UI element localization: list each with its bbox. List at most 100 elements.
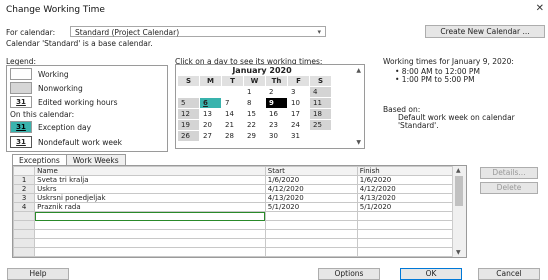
table-row[interactable]: 1 Sveta tri kralja 1/6/2020 1/6/2020 bbox=[12, 175, 454, 185]
delete-button[interactable]: Delete bbox=[480, 182, 538, 194]
day-cell[interactable]: 18 bbox=[309, 108, 332, 120]
exception-finish-cell[interactable]: 4/13/2020 bbox=[356, 193, 454, 203]
day-cell[interactable]: 13 bbox=[199, 108, 222, 120]
scroll-down-icon[interactable]: ▼ bbox=[356, 139, 361, 146]
day-cell[interactable]: 14 bbox=[221, 108, 244, 120]
exception-finish-cell[interactable]: 4/12/2020 bbox=[356, 184, 454, 194]
table-row-empty[interactable] bbox=[12, 247, 454, 257]
day-cell[interactable]: 12 bbox=[177, 108, 200, 120]
day-cell[interactable]: 3 bbox=[287, 86, 310, 98]
table-row[interactable]: 2 Uskrs 4/12/2020 4/12/2020 bbox=[12, 184, 454, 194]
cancel-button[interactable]: Cancel bbox=[478, 268, 540, 280]
day-cell[interactable]: 30 bbox=[265, 130, 288, 142]
ok-button[interactable]: OK bbox=[400, 268, 462, 280]
day-cell[interactable]: 26 bbox=[177, 130, 200, 142]
empty-cell[interactable] bbox=[264, 220, 358, 230]
column-header[interactable]: Start bbox=[264, 166, 358, 176]
day-cell[interactable]: 7 bbox=[221, 97, 244, 109]
close-icon[interactable]: ✕ bbox=[536, 3, 544, 14]
day-cell[interactable]: 15 bbox=[243, 108, 266, 120]
day-cell[interactable]: 1 bbox=[243, 86, 266, 98]
exception-start-cell[interactable]: 1/6/2020 bbox=[264, 175, 358, 185]
empty-cell[interactable] bbox=[34, 229, 266, 239]
day-cell[interactable]: 23 bbox=[265, 119, 288, 131]
day-cell[interactable]: 16 bbox=[265, 108, 288, 120]
empty-cell[interactable] bbox=[34, 247, 266, 257]
exception-name-cell[interactable]: Sveta tri kralja bbox=[34, 175, 266, 185]
month-calendar: January 2020 ▲ ▼ S M T W Th F S 1 2 3 4 … bbox=[175, 64, 365, 149]
day-cell[interactable]: 10 bbox=[287, 97, 310, 109]
help-button[interactable]: Help bbox=[7, 268, 69, 280]
legend-working: Working bbox=[10, 68, 69, 80]
empty-cell[interactable] bbox=[34, 220, 266, 230]
table-row-empty[interactable] bbox=[12, 220, 454, 230]
table-scrollbar[interactable]: ▲ ▼ bbox=[452, 166, 466, 257]
day-cell[interactable]: 2 bbox=[265, 86, 288, 98]
day-cell[interactable]: 20 bbox=[199, 119, 222, 131]
day-cell bbox=[199, 86, 222, 98]
exception-swatch: 31 bbox=[10, 121, 32, 133]
empty-cell[interactable] bbox=[264, 247, 358, 257]
details-button[interactable]: Details... bbox=[480, 167, 538, 179]
exception-finish-cell[interactable]: 1/6/2020 bbox=[356, 175, 454, 185]
for-calendar-label: For calendar: bbox=[6, 28, 56, 37]
empty-cell[interactable] bbox=[264, 211, 358, 221]
day-cell[interactable]: 24 bbox=[287, 119, 310, 131]
empty-cell[interactable] bbox=[264, 229, 358, 239]
table-row[interactable]: 4 Praznik rada 5/1/2020 5/1/2020 bbox=[12, 202, 454, 212]
table-row[interactable]: 3 Uskrsni ponedjeljak 4/13/2020 4/13/202… bbox=[12, 193, 454, 203]
day-cell[interactable]: 21 bbox=[221, 119, 244, 131]
column-header[interactable]: Name bbox=[34, 166, 266, 176]
based-on-text: Default work week on calendar 'Standard'… bbox=[398, 114, 515, 130]
day-cell[interactable]: 11 bbox=[309, 97, 332, 109]
day-cell[interactable]: 25 bbox=[309, 119, 332, 131]
day-cell[interactable]: 22 bbox=[243, 119, 266, 131]
table-row-empty[interactable] bbox=[12, 229, 454, 239]
create-new-calendar-button[interactable]: Create New Calendar ... bbox=[425, 25, 545, 38]
day-cell[interactable]: 17 bbox=[287, 108, 310, 120]
new-exception-name-cell[interactable] bbox=[34, 211, 266, 221]
scroll-down-icon[interactable]: ▼ bbox=[456, 249, 461, 256]
day-cell[interactable]: 27 bbox=[199, 130, 222, 142]
empty-cell[interactable] bbox=[356, 220, 454, 230]
table-row-empty[interactable] bbox=[12, 211, 454, 221]
row-number: 1 bbox=[12, 175, 36, 185]
scroll-up-icon[interactable]: ▲ bbox=[356, 67, 361, 74]
day-cell[interactable]: 4 bbox=[309, 86, 332, 98]
day-cell-exception[interactable]: 6 bbox=[199, 97, 222, 109]
day-cell[interactable]: 8 bbox=[243, 97, 266, 109]
calendar-select[interactable]: Standard (Project Calendar) ▾ bbox=[70, 26, 326, 37]
scrollbar-thumb[interactable] bbox=[455, 176, 463, 206]
weekday-header: Th bbox=[265, 75, 288, 87]
empty-cell[interactable] bbox=[356, 247, 454, 257]
day-cell[interactable]: 5 bbox=[177, 97, 200, 109]
empty-cell[interactable] bbox=[356, 229, 454, 239]
exception-name-cell[interactable]: Uskrs bbox=[34, 184, 266, 194]
day-cell[interactable]: 29 bbox=[243, 130, 266, 142]
table-row-empty[interactable] bbox=[12, 238, 454, 248]
empty-cell[interactable] bbox=[34, 238, 266, 248]
legend-label: Working bbox=[38, 69, 69, 79]
calendar-grid: S M T W Th F S 1 2 3 4 5 6 7 8 9 10 11 1… bbox=[177, 75, 332, 142]
options-button[interactable]: Options bbox=[318, 268, 380, 280]
day-cell bbox=[309, 130, 332, 142]
day-cell[interactable]: 19 bbox=[177, 119, 200, 131]
scroll-up-icon[interactable]: ▲ bbox=[456, 167, 461, 174]
day-cell bbox=[221, 86, 244, 98]
legend-nondefault: 31 Nondefault work week bbox=[10, 136, 122, 148]
day-cell[interactable]: 28 bbox=[221, 130, 244, 142]
exception-start-cell[interactable]: 4/12/2020 bbox=[264, 184, 358, 194]
weekday-header: F bbox=[287, 75, 310, 87]
exception-start-cell[interactable]: 5/1/2020 bbox=[264, 202, 358, 212]
day-cell-selected[interactable]: 9 bbox=[265, 97, 288, 109]
empty-cell[interactable] bbox=[264, 238, 358, 248]
column-header[interactable]: Finish bbox=[356, 166, 454, 176]
day-cell[interactable]: 31 bbox=[287, 130, 310, 142]
empty-cell[interactable] bbox=[356, 238, 454, 248]
exception-name-cell[interactable]: Praznik rada bbox=[34, 202, 266, 212]
weekday-header: T bbox=[221, 75, 244, 87]
empty-cell[interactable] bbox=[356, 211, 454, 221]
exception-start-cell[interactable]: 4/13/2020 bbox=[264, 193, 358, 203]
exception-finish-cell[interactable]: 5/1/2020 bbox=[356, 202, 454, 212]
exception-name-cell[interactable]: Uskrsni ponedjeljak bbox=[34, 193, 266, 203]
